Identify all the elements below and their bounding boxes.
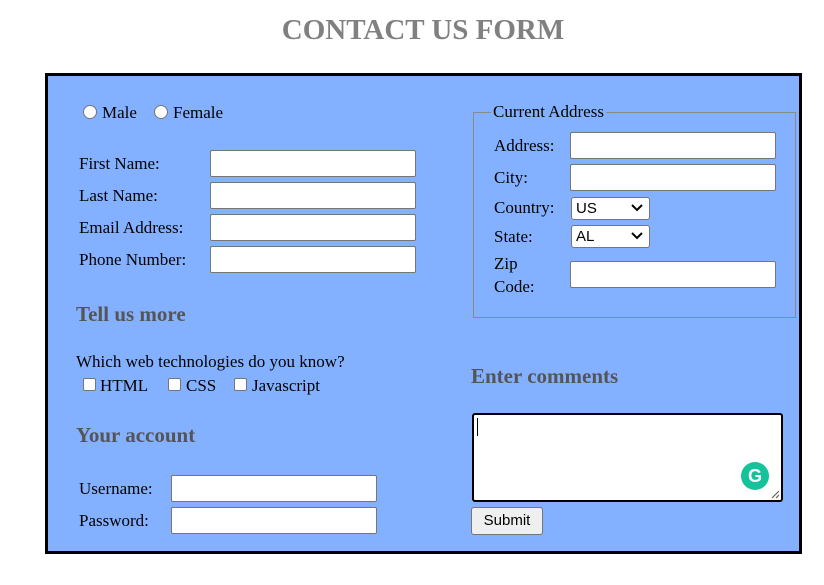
- checkbox-javascript[interactable]: [234, 378, 247, 391]
- radio-female[interactable]: [154, 105, 168, 119]
- chevron-down-icon: [631, 232, 643, 240]
- state-label: State:: [494, 227, 533, 246]
- city-input[interactable]: [570, 164, 776, 191]
- page-title: CONTACT US FORM: [281, 14, 565, 46]
- contact-form: Male Female First Name: Last Name: Email…: [45, 73, 802, 554]
- zip-label-line1: Zip: [494, 254, 518, 273]
- country-select-value: US: [576, 200, 597, 217]
- country-label: Country:: [494, 198, 555, 217]
- email-input[interactable]: [210, 214, 416, 241]
- country-select[interactable]: US: [571, 197, 650, 220]
- your-account-heading: Your account: [76, 423, 196, 447]
- radio-male-label: Male: [102, 103, 137, 122]
- grammarly-icon[interactable]: G: [741, 462, 769, 490]
- checkbox-css[interactable]: [168, 378, 181, 391]
- password-input[interactable]: [171, 507, 377, 534]
- phone-label: Phone Number:: [79, 250, 187, 269]
- state-select-value: AL: [576, 228, 595, 245]
- resize-grip-icon[interactable]: [771, 490, 780, 499]
- checkbox-html[interactable]: [83, 378, 96, 391]
- address-input[interactable]: [570, 132, 776, 159]
- radio-male[interactable]: [83, 105, 97, 119]
- address-label: Address:: [494, 136, 555, 155]
- username-label: Username:: [79, 479, 153, 498]
- radio-female-label: Female: [173, 103, 224, 122]
- state-select[interactable]: AL: [571, 225, 650, 248]
- password-label: Password:: [79, 511, 149, 530]
- checkbox-html-label: HTML: [100, 376, 149, 395]
- checkbox-javascript-label: Javascript: [252, 376, 320, 395]
- first-name-label: First Name:: [79, 154, 160, 173]
- zip-input[interactable]: [570, 261, 776, 288]
- username-input[interactable]: [171, 475, 377, 502]
- last-name-label: Last Name:: [79, 186, 158, 205]
- city-label: City:: [494, 168, 529, 187]
- first-name-input[interactable]: [210, 150, 416, 177]
- last-name-input[interactable]: [210, 182, 416, 209]
- submit-button[interactable]: Submit: [471, 507, 543, 535]
- enter-comments-heading: Enter comments: [471, 364, 619, 388]
- text-caret: [477, 418, 478, 436]
- phone-input[interactable]: [210, 246, 416, 273]
- chevron-down-icon: [631, 204, 643, 212]
- current-address-legend: Current Address: [493, 102, 604, 121]
- technologies-question: Which web technologies do you know?: [76, 352, 345, 371]
- checkbox-css-label: CSS: [186, 376, 217, 395]
- comments-textarea[interactable]: G: [472, 413, 783, 502]
- zip-label-line2: Code:: [494, 277, 535, 296]
- tell-us-more-heading: Tell us more: [76, 302, 186, 326]
- email-label: Email Address:: [79, 218, 184, 237]
